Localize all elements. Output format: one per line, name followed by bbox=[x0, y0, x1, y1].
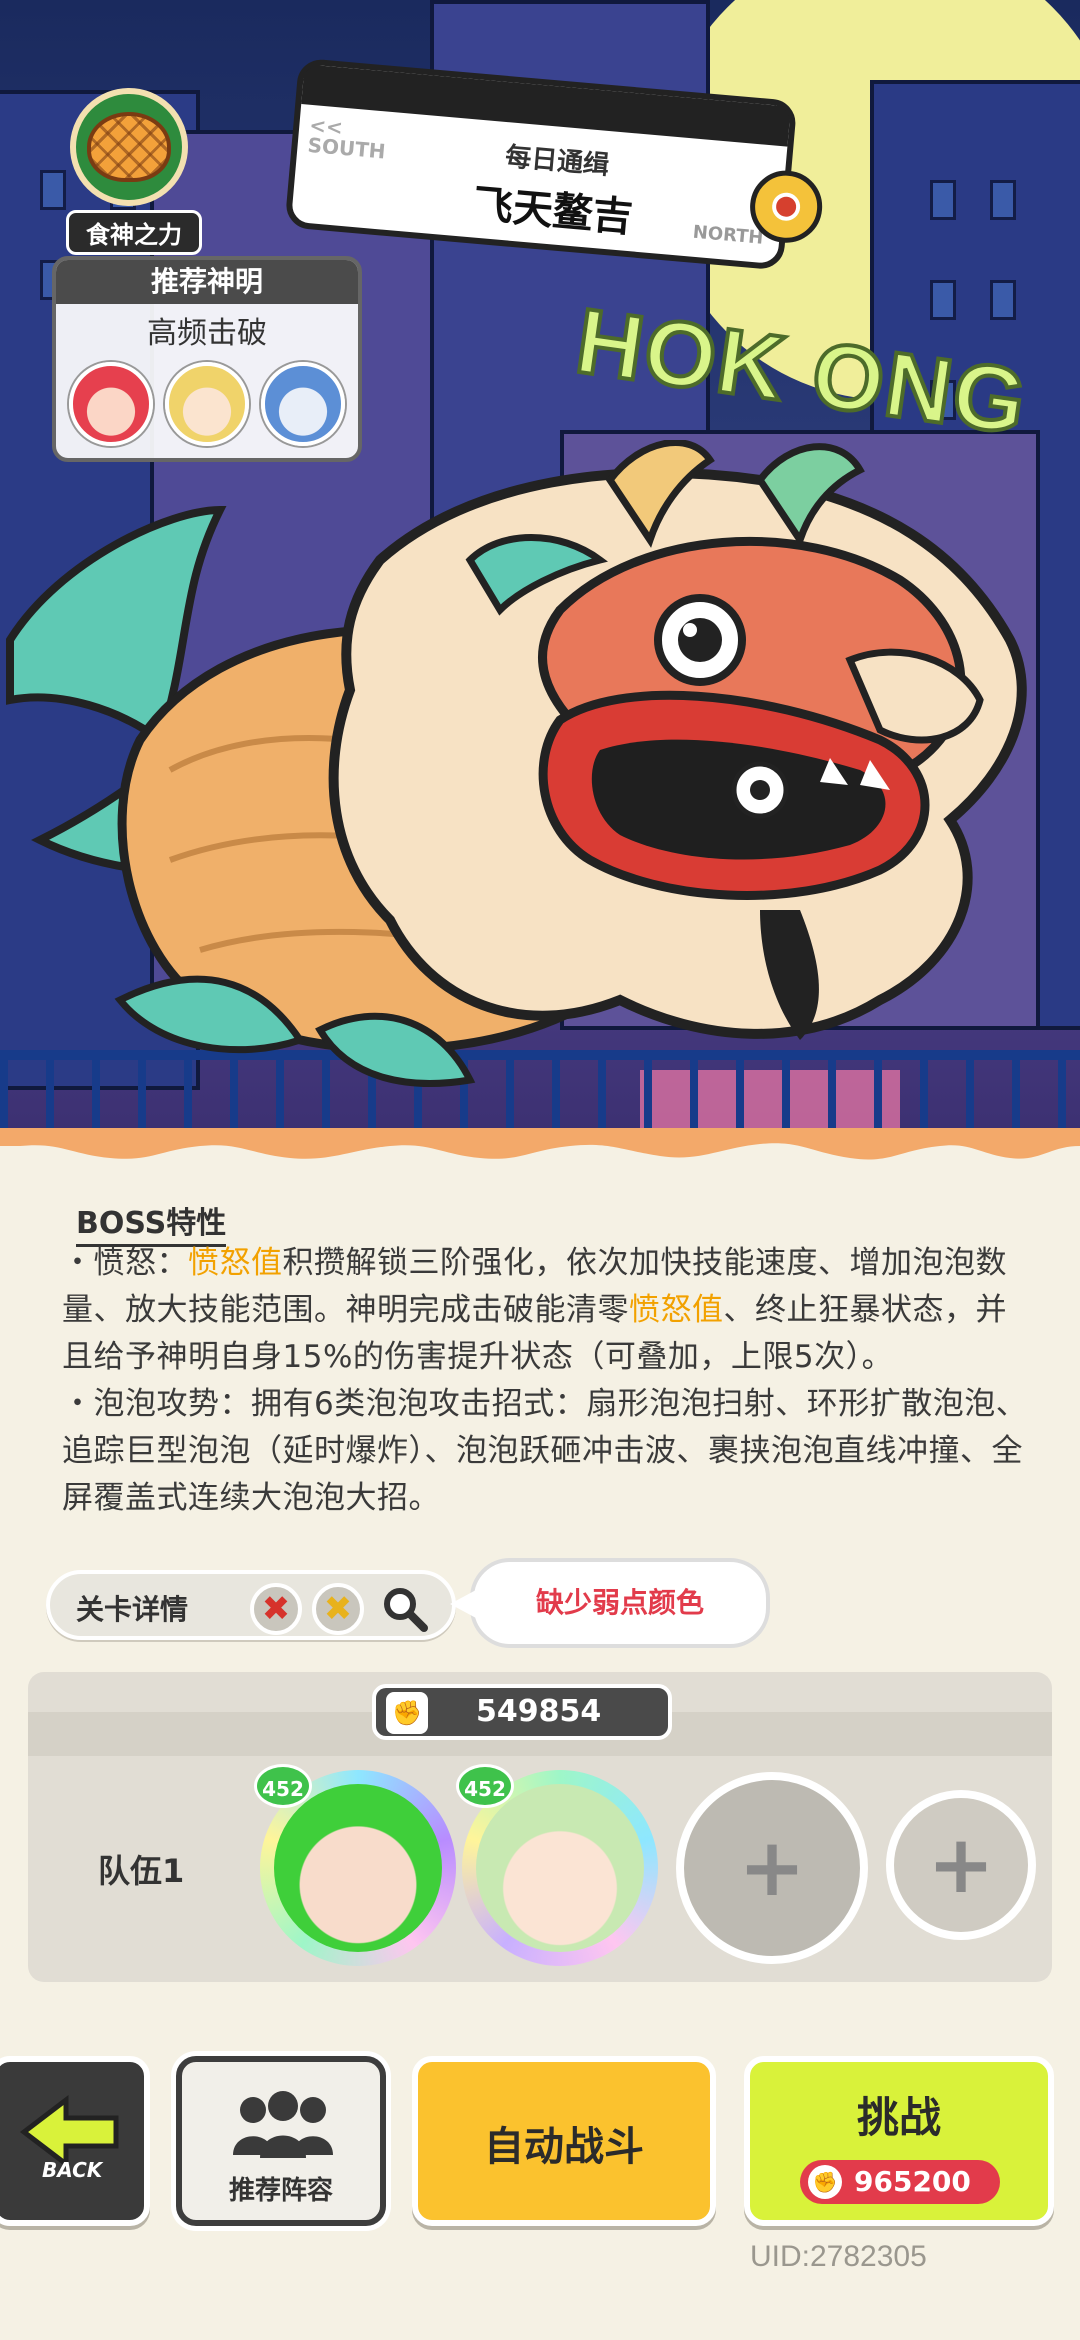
back-label: BACK bbox=[42, 2158, 103, 2182]
food-god-power-badge[interactable]: 食神之力 bbox=[60, 88, 202, 255]
missing-weakness-tip: 缺少弱点颜色 bbox=[450, 1558, 770, 1648]
recommended-gods-title: 推荐神明 bbox=[56, 260, 358, 304]
god-avatar[interactable] bbox=[69, 362, 153, 446]
team-label: 队伍1 bbox=[98, 1852, 185, 1890]
fist-icon: ✊ bbox=[808, 2165, 842, 2199]
user-id: UID:2782305 bbox=[750, 2240, 927, 2273]
bubble-attack-text: ・泡泡攻势：拥有6类泡泡攻击招式：扇形泡泡扫射、环形扩散泡泡、追踪巨型泡泡（延时… bbox=[62, 1386, 1028, 1516]
rage-keyword: 愤怒值 bbox=[629, 1292, 724, 1328]
window bbox=[990, 180, 1016, 220]
team-member-slot[interactable]: 452 bbox=[254, 1764, 456, 1966]
auto-battle-button[interactable]: 自动战斗 bbox=[412, 2056, 716, 2226]
stage-details-label: 关卡详情 bbox=[76, 1593, 189, 1626]
south-label: << SOUTH bbox=[306, 112, 387, 164]
plus-icon: + bbox=[738, 1821, 806, 1914]
yellow-element-icon: ✖ bbox=[312, 1583, 364, 1635]
back-button[interactable]: BACK bbox=[0, 2056, 150, 2226]
recommended-lineup-label: 推荐阵容 bbox=[228, 2176, 333, 2206]
god-avatar[interactable] bbox=[165, 362, 249, 446]
team-member-slot[interactable]: 452 bbox=[456, 1764, 658, 1966]
team-power: ✊ 549854 bbox=[372, 1684, 672, 1740]
red-element-icon: ✖ bbox=[250, 1583, 302, 1635]
challenge-power-requirement: ✊ 965200 bbox=[800, 2160, 1000, 2204]
challenge-cost-value: 965200 bbox=[854, 2165, 971, 2198]
recommended-lineup-button[interactable]: 推荐阵容 bbox=[176, 2056, 386, 2226]
team-power-value: 549854 bbox=[476, 1694, 602, 1729]
recommended-gods-subtitle: 高频击破 bbox=[147, 316, 267, 351]
boss-illustration[interactable] bbox=[0, 440, 1080, 1120]
recommended-gods-panel[interactable]: 推荐神明 高频击破 bbox=[52, 256, 362, 462]
empty-slot[interactable]: + bbox=[886, 1790, 1036, 1940]
stage-details-bar[interactable]: 关卡详情 ✖ ✖ bbox=[46, 1570, 456, 1640]
plus-icon: + bbox=[927, 1818, 995, 1911]
fist-icon: ✊ bbox=[386, 1692, 428, 1734]
member-level: 452 bbox=[254, 1764, 312, 1808]
window bbox=[930, 180, 956, 220]
rage-label: ・愤怒： bbox=[62, 1245, 188, 1281]
member-avatar bbox=[274, 1784, 442, 1952]
member-avatar bbox=[476, 1784, 644, 1952]
challenge-button[interactable]: 挑战 ✊ 965200 bbox=[744, 2056, 1054, 2226]
member-level: 452 bbox=[456, 1764, 514, 1808]
pineapple-bun-icon bbox=[70, 88, 188, 206]
auto-battle-label: 自动战斗 bbox=[484, 2124, 644, 2170]
food-god-power-label: 食神之力 bbox=[66, 210, 202, 255]
god-avatar[interactable] bbox=[261, 362, 345, 446]
window bbox=[930, 280, 956, 320]
north-label: NORTH bbox=[691, 221, 765, 249]
magnifier-icon[interactable] bbox=[380, 1584, 430, 1634]
drip-border bbox=[0, 1128, 1080, 1160]
empty-slot[interactable]: + bbox=[676, 1772, 868, 1964]
challenge-label: 挑战 bbox=[856, 2093, 941, 2142]
boss-scene: HOK ONG 食神之力 << SOUTH 每日通缉 飞天鳌吉 NORTH 推荐… bbox=[0, 0, 1080, 1150]
people-icon bbox=[233, 2091, 333, 2158]
window bbox=[990, 280, 1016, 320]
boss-traits-text: ・愤怒：愤怒值积攒解锁三阶强化，依次加快技能速度、增加泡泡数量、放大技能范围。神… bbox=[62, 1240, 1032, 1522]
rage-keyword: 愤怒值 bbox=[188, 1245, 283, 1281]
